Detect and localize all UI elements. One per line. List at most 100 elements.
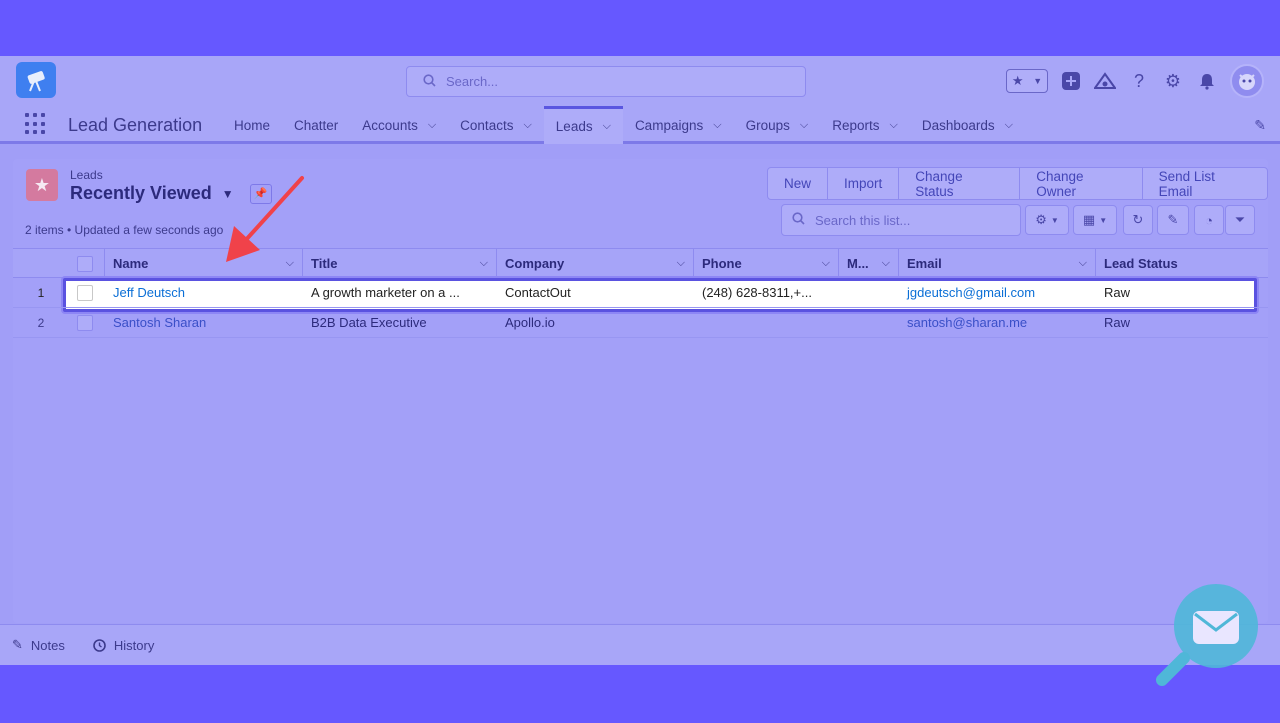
table-row: 1 Jeff Deutsch A growth marketer on a ..… [13,278,1268,308]
chevron-down-icon[interactable]: ⌵ [889,119,897,132]
chevron-down-icon[interactable]: ⌵ [480,257,488,270]
list-actions: New Import Change Status Change Owner Se… [767,167,1268,200]
table-header: Name ⌵ Title ⌵ Company ⌵ Phone ⌵ M... ⌵ Email… [13,248,1268,278]
column-header-phone[interactable]: Phone ⌵ [694,249,839,278]
tab-dashboards[interactable]: Dashboards ⌵ [910,106,1025,144]
change-owner-button[interactable]: Change Owner [1019,168,1141,199]
global-header: Search... ★ ▼ ? ⚙ [0,56,1280,106]
column-header-mobile[interactable]: M... ⌵ [839,249,899,278]
list-search-input[interactable]: Search this list... [781,204,1021,236]
tab-leads[interactable]: Leads ⌵ [543,106,623,144]
lead-email-link[interactable]: santosh@sharan.me [899,308,1096,337]
tab-contacts[interactable]: Contacts ⌵ [448,106,544,144]
nav-tabs: Home Chatter Accounts ⌵ Contacts ⌵ Leads ⌵ … [222,106,1025,144]
lead-status: Raw [1104,315,1131,330]
list-view-card: ★ Leads Recently Viewed ▼ 📌 2 items • Up… [13,159,1268,722]
favorites-button[interactable]: ★ ▼ [1006,69,1048,93]
column-header-title[interactable]: Title ⌵ [303,249,497,278]
row-number: 2 [37,315,45,330]
notes-utility[interactable]: ✎ Notes [12,637,65,653]
tab-campaigns[interactable]: Campaigns ⌵ [623,106,734,144]
history-utility[interactable]: History [93,638,154,653]
annotation-arrow-icon [226,176,304,262]
column-header-email[interactable]: Email ⌵ [899,249,1096,278]
tab-groups[interactable]: Groups ⌵ [734,106,821,144]
tab-accounts[interactable]: Accounts ⌵ [350,106,448,144]
chevron-down-icon[interactable]: ⌵ [1079,257,1087,270]
display-as-button[interactable]: ▦ ▼ [1073,205,1117,235]
list-settings-button[interactable]: ⚙ ▼ [1025,205,1069,235]
table-grid-icon: ▦ [1082,212,1096,227]
lead-status: Raw [1104,285,1131,300]
lead-mobile [839,278,899,307]
table-row: 2 Santosh Sharan B2B Data Executive Apol… [13,308,1268,338]
edit-nav-pencil-icon[interactable]: ✎ [1254,117,1266,134]
notifications-bell-icon[interactable] [1196,70,1218,92]
avatar-icon[interactable] [1230,64,1264,98]
list-view-name: Recently Viewed [70,183,212,203]
lead-name-link[interactable]: Santosh Sharan [105,308,303,337]
lead-title: A growth marketer on a ... [311,285,460,300]
pie-chart-icon: ◔ [1205,212,1213,228]
send-list-email-button[interactable]: Send List Email [1141,168,1267,199]
setup-gear-icon[interactable]: ⚙ [1162,70,1184,92]
lead-company: Apollo.io [505,315,555,330]
chevron-down-icon[interactable]: ⌵ [882,257,890,270]
chevron-down-icon[interactable]: ⌵ [428,119,436,132]
clock-icon [93,638,106,652]
new-button[interactable]: New [768,168,827,199]
app-logo[interactable] [16,62,56,98]
search-icon [423,73,436,90]
lead-star-icon: ★ [26,169,58,201]
global-search-input[interactable]: Search... [406,66,806,97]
chevron-down-icon[interactable]: ⌵ [713,119,721,132]
app-launcher-icon[interactable] [25,113,47,135]
header-actions: ★ ▼ ? ⚙ [1006,64,1264,98]
tab-home[interactable]: Home [222,106,282,144]
add-icon[interactable] [1060,70,1082,92]
chevron-down-icon[interactable]: ⌵ [800,119,808,132]
trailhead-icon[interactable] [1094,70,1116,92]
row-number-header [13,249,69,278]
lead-title: B2B Data Executive [311,315,427,330]
column-header-company[interactable]: Company ⌵ [497,249,694,278]
charts-button[interactable]: ◔ [1194,205,1224,235]
row-checkbox[interactable] [69,278,105,307]
refresh-button[interactable]: ↻ [1123,205,1153,235]
chevron-down-icon[interactable]: ⌵ [1005,119,1013,132]
help-icon[interactable]: ? [1128,70,1150,92]
list-meta-info: 2 items • Updated a few seconds ago [25,223,224,237]
filters-button[interactable]: ⏷ [1225,205,1255,235]
tab-reports[interactable]: Reports ⌵ [820,106,910,144]
lead-company: ContactOut [505,285,571,300]
lead-name-link[interactable]: Jeff Deutsch [105,278,303,307]
chevron-down-icon[interactable]: ⌵ [603,120,611,133]
tab-chatter[interactable]: Chatter [282,106,350,144]
row-number: 1 [37,285,45,300]
telescope-icon [27,71,45,92]
search-icon [792,212,805,228]
lead-email-link[interactable]: jgdeutsch@gmail.com [899,278,1096,307]
column-header-lead-status[interactable]: Lead Status [1096,249,1268,278]
utility-bar: ✎ Notes History [0,624,1280,665]
leads-table: Name ⌵ Title ⌵ Company ⌵ Phone ⌵ M... ⌵ Email… [13,248,1268,338]
chevron-down-icon[interactable]: ⌵ [822,257,830,270]
lead-phone[interactable]: (248) 628-8311,+... [694,278,839,307]
app-navigation: Lead Generation Home Chatter Accounts ⌵ C… [0,106,1280,144]
lead-phone[interactable] [694,308,839,337]
select-all-checkbox[interactable] [69,249,105,278]
chevron-down-icon[interactable]: ⌵ [677,257,685,270]
refresh-icon: ↻ [1132,212,1144,227]
filter-funnel-icon: ⏷ [1234,212,1246,227]
inline-edit-button[interactable]: ✎ [1157,205,1189,235]
mail-search-widget-icon[interactable] [1156,582,1260,686]
change-status-button[interactable]: Change Status [898,168,1019,199]
import-button[interactable]: Import [827,168,898,199]
row-checkbox[interactable] [69,308,105,337]
search-placeholder: Search... [446,74,499,89]
screen-frame-top [0,0,1280,56]
caret-down-icon: ▼ [1050,215,1059,225]
notes-icon: ✎ [12,637,23,652]
chevron-down-icon[interactable]: ⌵ [523,119,531,132]
screen-frame-bottom [0,665,1280,723]
